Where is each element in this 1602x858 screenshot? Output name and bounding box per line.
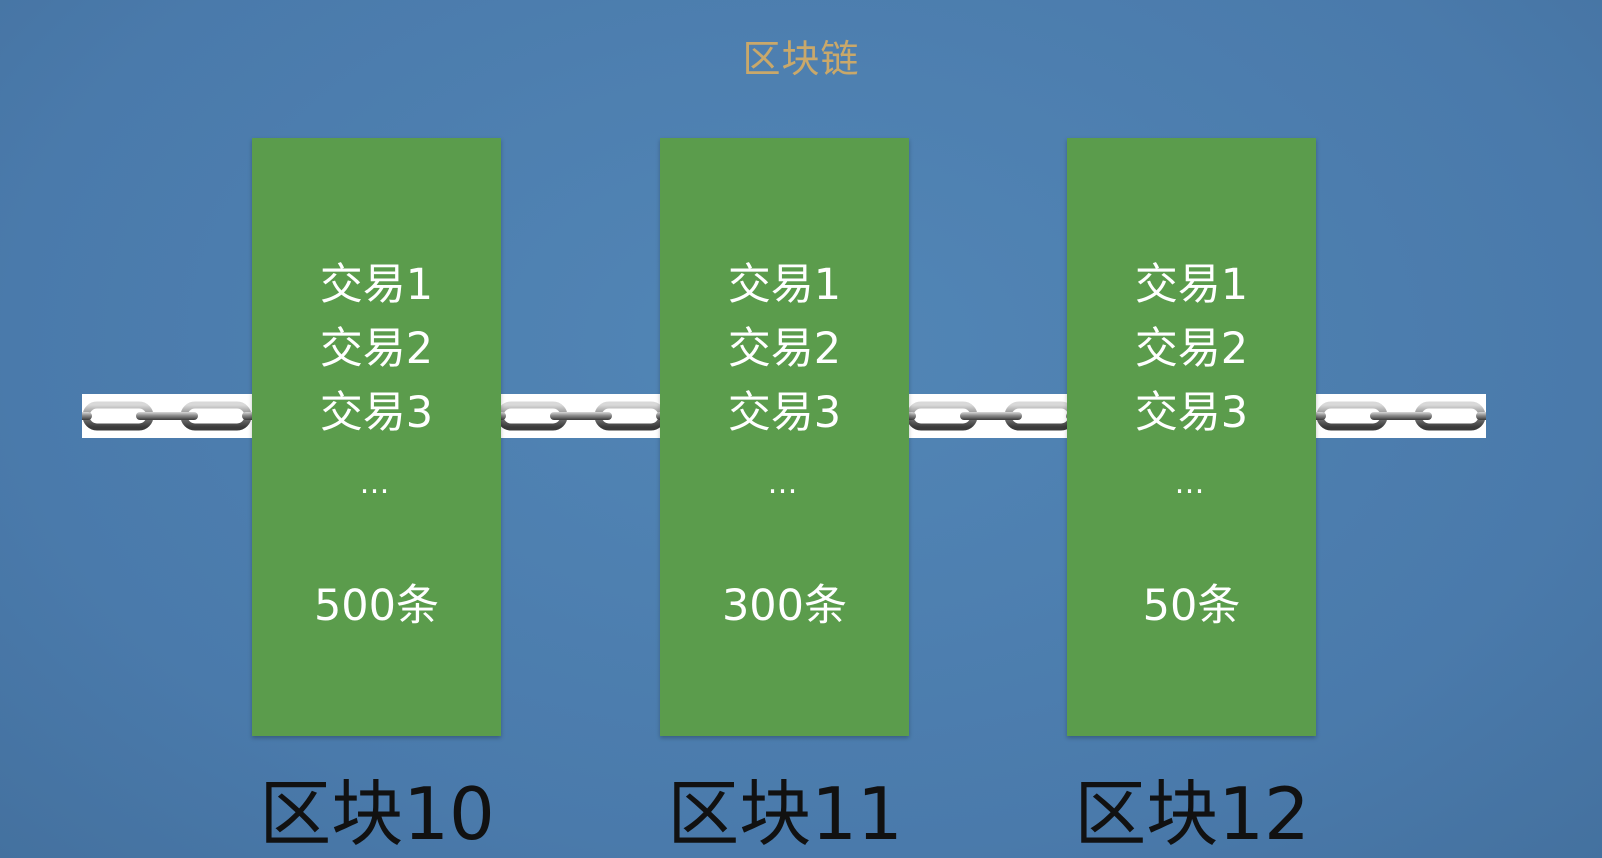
transaction-2: 交易2	[1134, 324, 1249, 374]
block-label-12: 区块12	[1074, 772, 1310, 856]
block-12: 交易1 交易2 交易3 … 50条	[1067, 138, 1316, 736]
chain-link-icon	[1316, 394, 1486, 438]
ellipsis: …	[767, 466, 802, 501]
chain-link-icon	[496, 394, 666, 438]
transaction-3: 交易3	[319, 388, 434, 438]
block-10: 交易1 交易2 交易3 … 500条	[252, 138, 501, 736]
block-label-10: 区块10	[259, 772, 495, 856]
chain-link-icon	[82, 394, 252, 438]
block-label-11: 区块11	[667, 772, 903, 856]
transaction-2: 交易2	[319, 324, 434, 374]
transaction-count: 50条	[1142, 581, 1241, 631]
transaction-count: 300条	[721, 581, 848, 631]
diagram-title: 区块链	[742, 37, 860, 81]
ellipsis: …	[1174, 466, 1209, 501]
transaction-1: 交易1	[1134, 260, 1249, 310]
chain-link-icon	[906, 394, 1076, 438]
ellipsis: …	[359, 466, 394, 501]
transaction-count: 500条	[313, 581, 440, 631]
transaction-3: 交易3	[1134, 388, 1249, 438]
block-11: 交易1 交易2 交易3 … 300条	[660, 138, 909, 736]
transaction-1: 交易1	[727, 260, 842, 310]
transaction-3: 交易3	[727, 388, 842, 438]
transaction-1: 交易1	[319, 260, 434, 310]
transaction-2: 交易2	[727, 324, 842, 374]
